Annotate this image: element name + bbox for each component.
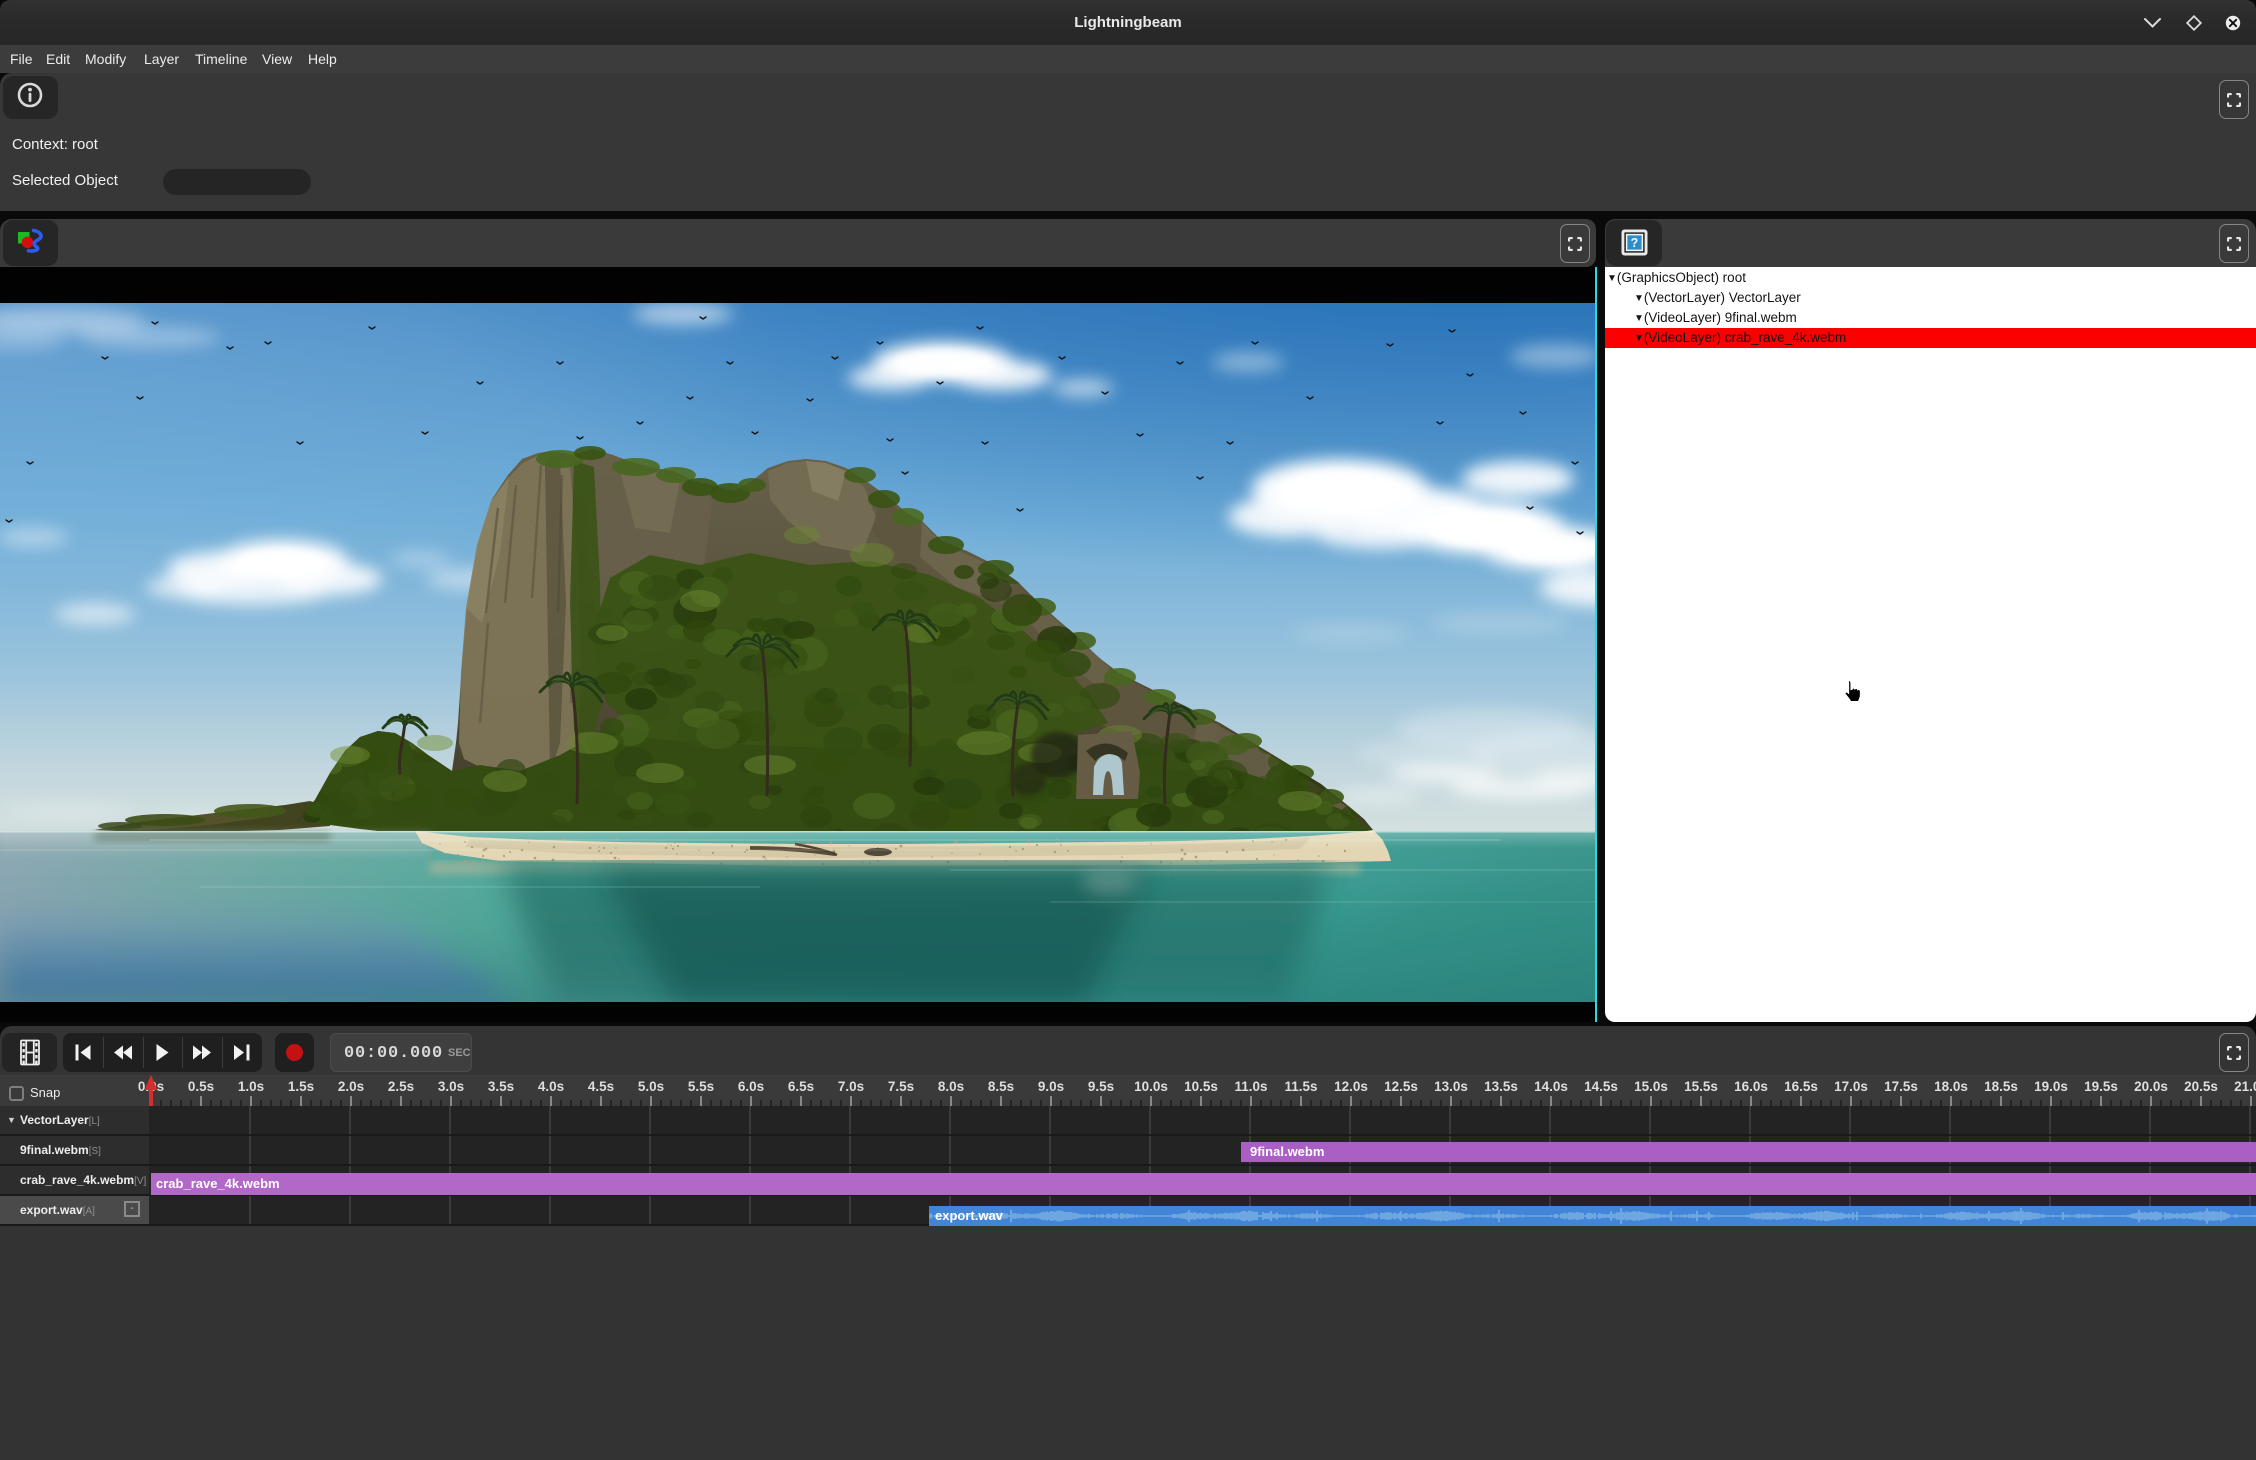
- svg-text:?: ?: [1631, 236, 1639, 250]
